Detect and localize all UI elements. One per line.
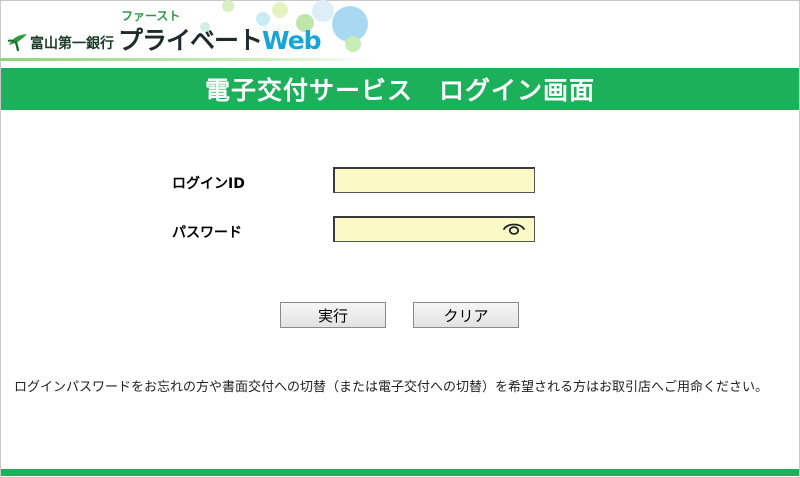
- decor-bubble: [345, 36, 361, 52]
- footer-bar: [1, 469, 799, 476]
- service-web-label: Web: [262, 26, 322, 55]
- notice-text: ログインパスワードをお忘れの方や書面交付への切替（または電子交付への切替）を希望…: [14, 380, 769, 395]
- bank-leaf-logo-icon: [7, 34, 27, 51]
- bank-name: 富山第一銀行: [30, 36, 114, 52]
- decor-bubble: [312, 0, 334, 22]
- decor-bubble: [272, 2, 288, 18]
- brand-underline: [0, 58, 375, 61]
- show-password-eye-icon[interactable]: [503, 221, 525, 237]
- service-name: プライベート: [118, 26, 263, 55]
- decor-bubble: [222, 0, 234, 12]
- execute-button[interactable]: 実行: [280, 302, 386, 328]
- login-id-input[interactable]: [333, 167, 535, 193]
- clear-button[interactable]: クリア: [413, 302, 519, 328]
- service-logo-text: プライベートWeb: [118, 21, 322, 57]
- login-id-label: ログインID: [172, 176, 245, 192]
- brand-header: 富山第一銀行 ファースト プライベートWeb: [0, 0, 380, 66]
- title-bar: 電子交付サービス ログイン画面: [1, 68, 799, 110]
- password-label: パスワード: [172, 225, 242, 241]
- page-title: 電子交付サービス ログイン画面: [204, 76, 595, 105]
